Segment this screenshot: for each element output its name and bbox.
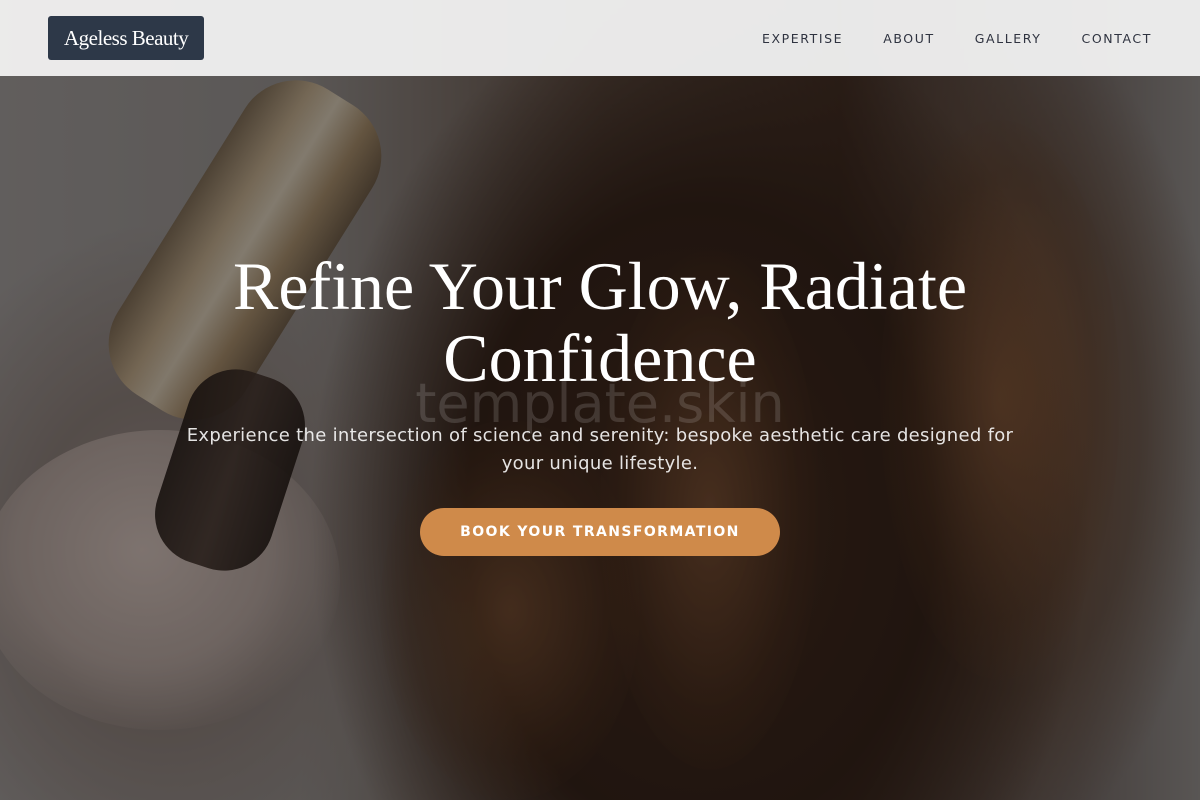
nav-item-expertise[interactable]: EXPERTISE bbox=[762, 31, 843, 46]
site-header: Ageless Beauty EXPERTISE ABOUT GALLERY C… bbox=[0, 0, 1200, 76]
book-transformation-button[interactable]: BOOK YOUR TRANSFORMATION bbox=[420, 508, 780, 556]
main-nav: EXPERTISE ABOUT GALLERY CONTACT bbox=[762, 31, 1152, 46]
hero-title: Refine Your Glow, Radiate Confidence bbox=[232, 248, 968, 396]
nav-item-gallery[interactable]: GALLERY bbox=[975, 31, 1042, 46]
hero-subtitle: Experience the intersection of science a… bbox=[186, 425, 1014, 474]
hero-section: Refine Your Glow, Radiate Confidence Exp… bbox=[0, 250, 1200, 556]
brand-logo[interactable]: Ageless Beauty bbox=[48, 16, 205, 60]
nav-item-about[interactable]: ABOUT bbox=[883, 31, 935, 46]
nav-item-contact[interactable]: CONTACT bbox=[1082, 31, 1152, 46]
